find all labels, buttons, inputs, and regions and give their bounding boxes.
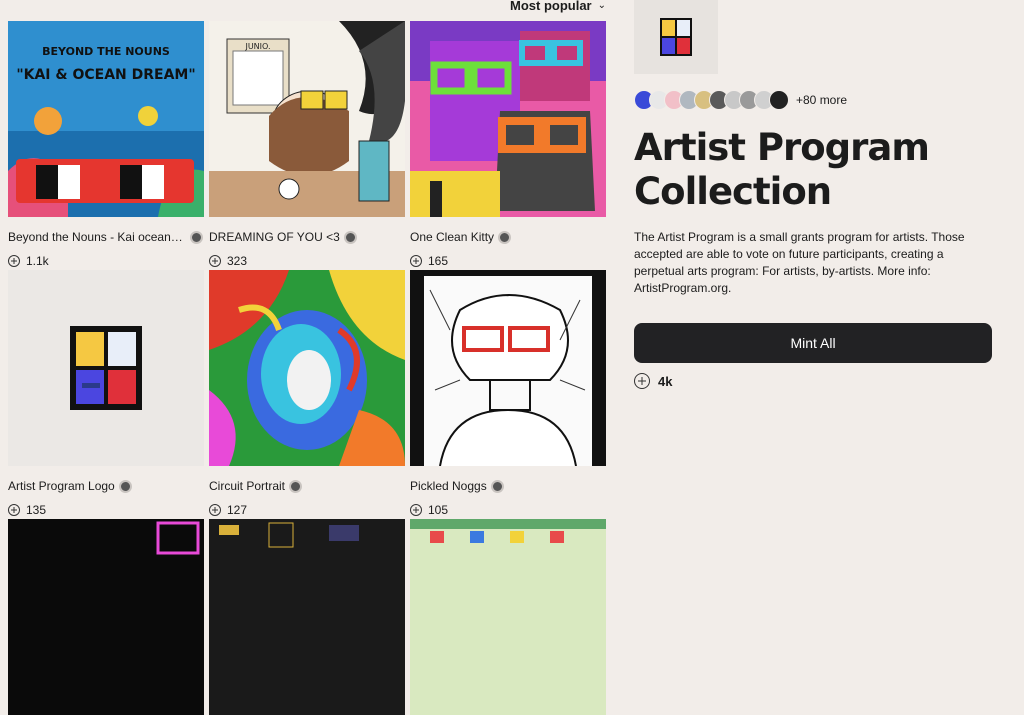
mint-count-1: 1.1k bbox=[26, 254, 49, 268]
token-title-1[interactable]: Beyond the Nouns - Kai ocean d... bbox=[8, 230, 186, 244]
mint-plus-icon[interactable] bbox=[410, 504, 422, 516]
mint-count-6: 105 bbox=[428, 503, 449, 517]
token-card-9[interactable] bbox=[410, 519, 606, 715]
mint-plus-icon[interactable] bbox=[8, 255, 20, 267]
token-image-6[interactable] bbox=[410, 270, 606, 466]
token-image-1[interactable]: BEYOND THE NOUNS "KAI & OCEAN DREAM" bbox=[8, 21, 204, 217]
chevron-down-icon: ⌄ bbox=[597, 0, 606, 11]
collection-mint-count: 4k bbox=[634, 373, 672, 389]
token-title-5[interactable]: Circuit Portrait bbox=[209, 479, 285, 493]
token-card-2[interactable]: JUNIO. DREAMING OF YOU <3 323 bbox=[209, 21, 405, 268]
collection-title: Artist Program Collection bbox=[634, 126, 930, 213]
token-image-3[interactable] bbox=[410, 21, 606, 217]
collection-badge-icon bbox=[289, 479, 303, 493]
collection-badge-icon bbox=[118, 479, 132, 493]
token-image-8[interactable] bbox=[209, 519, 405, 715]
mint-plus-icon[interactable] bbox=[8, 504, 20, 516]
mint-count-5: 127 bbox=[227, 503, 248, 517]
token-image-2[interactable]: JUNIO. bbox=[209, 21, 405, 217]
mint-count-3: 165 bbox=[428, 254, 449, 268]
token-card-7[interactable] bbox=[8, 519, 204, 715]
mint-count-4: 135 bbox=[26, 503, 47, 517]
sort-label: Most popular bbox=[510, 0, 592, 13]
token-image-4[interactable] bbox=[8, 270, 204, 466]
mint-all-button[interactable]: Mint All bbox=[634, 323, 992, 363]
token-card-5[interactable]: Circuit Portrait 127 bbox=[209, 270, 405, 517]
collection-badge-icon bbox=[343, 230, 357, 244]
mint-plus-icon[interactable] bbox=[410, 255, 422, 267]
token-image-7[interactable] bbox=[8, 519, 204, 715]
token-card-4[interactable]: Artist Program Logo 135 bbox=[8, 270, 204, 517]
token-title-6[interactable]: Pickled Noggs bbox=[410, 479, 487, 493]
token-card-8[interactable] bbox=[209, 519, 405, 715]
collection-description: The Artist Program is a small grants pro… bbox=[634, 230, 965, 295]
avatar[interactable] bbox=[769, 90, 789, 110]
collection-badge-icon bbox=[490, 479, 504, 493]
mint-plus-icon[interactable] bbox=[209, 255, 221, 267]
mint-count-2: 323 bbox=[227, 254, 248, 268]
collection-mint-count-value: 4k bbox=[658, 373, 673, 389]
owners-more-link[interactable]: +80 more bbox=[796, 93, 847, 107]
art-text-2: "KAI & OCEAN DREAM" bbox=[16, 67, 195, 83]
plus-circle-icon bbox=[634, 373, 650, 389]
collection-logo bbox=[634, 0, 718, 74]
collection-badge-icon bbox=[190, 230, 203, 244]
sort-dropdown[interactable]: Most popular ⌄ bbox=[510, 0, 606, 13]
mint-plus-icon[interactable] bbox=[209, 504, 221, 516]
art-text-1: BEYOND THE NOUNS bbox=[42, 45, 170, 58]
art-text-3: JUNIO. bbox=[244, 42, 270, 51]
token-image-9[interactable] bbox=[410, 519, 606, 715]
token-image-5[interactable] bbox=[209, 270, 405, 466]
collection-badge-icon bbox=[498, 230, 512, 244]
token-card-3[interactable]: One Clean Kitty 165 bbox=[410, 21, 606, 268]
token-title-3[interactable]: One Clean Kitty bbox=[410, 230, 494, 244]
token-title-4[interactable]: Artist Program Logo bbox=[8, 479, 115, 493]
token-card-1[interactable]: BEYOND THE NOUNS "KAI & OCEAN DREAM" Bey… bbox=[8, 21, 204, 268]
owner-avatars[interactable]: +80 more bbox=[634, 90, 847, 110]
token-title-2[interactable]: DREAMING OF YOU <3 bbox=[209, 230, 340, 244]
token-card-6[interactable]: Pickled Noggs 105 bbox=[410, 270, 606, 517]
